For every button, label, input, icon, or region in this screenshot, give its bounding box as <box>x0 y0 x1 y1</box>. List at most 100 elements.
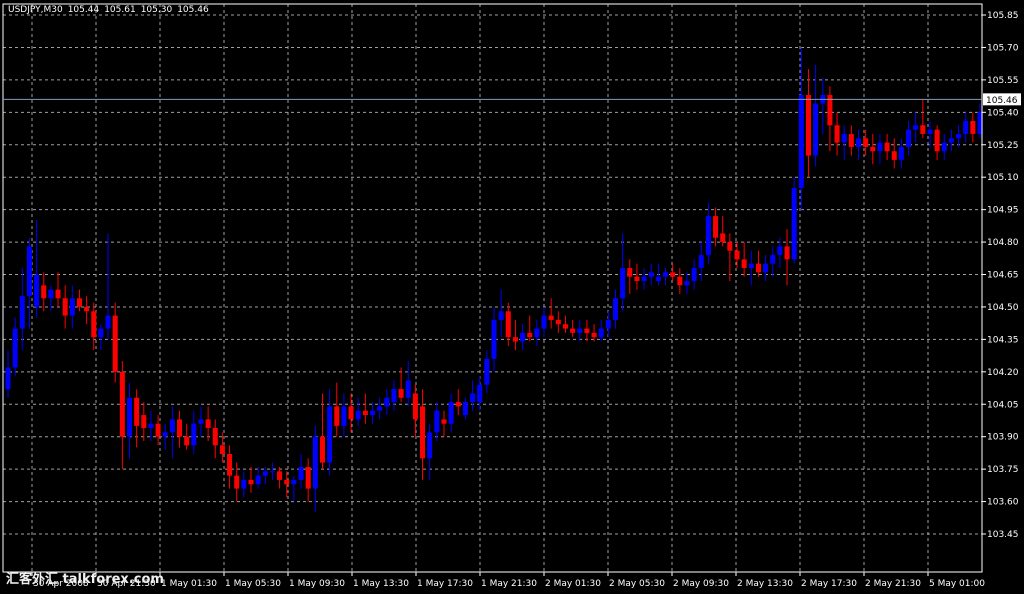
candle-body <box>605 319 611 329</box>
candle-body <box>713 216 719 238</box>
candle-body <box>805 95 811 156</box>
candle <box>369 402 376 424</box>
candle <box>91 302 97 351</box>
candle <box>956 125 962 147</box>
candle-body <box>69 298 75 316</box>
candle <box>420 389 426 480</box>
open-value: 105.44 <box>67 5 100 15</box>
grid <box>3 4 982 572</box>
candle <box>412 384 418 437</box>
candle <box>12 317 18 377</box>
candle <box>527 315 533 342</box>
candle-body <box>963 120 969 134</box>
candle-body <box>98 328 104 338</box>
candle-body <box>55 289 61 299</box>
candle <box>434 402 440 442</box>
candle-body <box>255 475 261 485</box>
candle-body <box>691 268 697 281</box>
candle <box>455 389 461 416</box>
candle <box>663 268 669 286</box>
candle-body <box>284 479 290 485</box>
candle-body <box>62 298 68 316</box>
y-tick-label: 105.55 <box>987 76 1019 86</box>
candle-body <box>956 133 962 139</box>
candle <box>834 112 840 156</box>
candle <box>941 133 947 160</box>
candle-body <box>341 406 347 426</box>
candle-body <box>648 272 654 277</box>
candle <box>498 289 504 338</box>
candle-body <box>570 328 576 333</box>
candle-body <box>227 453 233 476</box>
candle <box>234 462 240 502</box>
candle-body <box>627 268 633 277</box>
candle <box>427 423 433 480</box>
candle-body <box>198 419 204 424</box>
candle <box>169 406 175 459</box>
candle <box>398 367 404 403</box>
candle-body <box>184 436 190 446</box>
candle <box>334 382 340 437</box>
candle-body <box>791 188 797 260</box>
candle-body <box>369 410 376 416</box>
candle <box>541 306 547 338</box>
y-tick-label: 104.95 <box>987 206 1019 216</box>
candle <box>141 402 147 442</box>
candle-body <box>655 276 661 281</box>
y-tick-label: 105.25 <box>987 141 1019 151</box>
low-value: 105.30 <box>140 5 173 15</box>
candle-body <box>612 298 619 320</box>
candle-body <box>26 246 32 297</box>
candle <box>377 397 383 420</box>
candle-body <box>212 428 218 446</box>
candle <box>620 233 626 312</box>
candle <box>805 69 811 178</box>
candle-body <box>913 125 919 130</box>
candle-body <box>527 332 533 338</box>
candle-body <box>119 371 125 437</box>
candle <box>548 298 554 329</box>
candle-body <box>470 393 476 403</box>
x-tick-label: 2 May 13:30 <box>737 579 793 589</box>
candles <box>5 47 983 513</box>
candle <box>505 302 511 346</box>
candle-body <box>76 298 82 307</box>
watermark: 汇客外汇 talkforex.com <box>6 572 164 587</box>
candle-body <box>541 315 547 329</box>
candle-body <box>884 142 890 152</box>
candle-body <box>5 367 11 390</box>
candle <box>162 423 168 450</box>
candle-body <box>126 397 133 437</box>
candle-body <box>927 129 933 134</box>
candle-body <box>734 250 740 260</box>
candle-body <box>684 280 690 286</box>
candle-body <box>105 315 111 329</box>
x-tick-label: 1 May 13:30 <box>353 579 409 589</box>
y-tick-label: 103.60 <box>987 498 1019 508</box>
candle <box>763 255 769 281</box>
candle <box>248 466 254 493</box>
candle <box>384 389 390 416</box>
current-price-label: 105.46 <box>986 96 1018 106</box>
symbol-info: USDJPY,M30 105.44 105.61 105.30 105.46 <box>8 5 214 15</box>
candle-body <box>441 419 447 424</box>
y-tick-label: 105.70 <box>987 43 1019 53</box>
candle <box>963 112 969 143</box>
candle-body <box>348 406 354 420</box>
candle-body <box>748 263 754 269</box>
candle-body <box>577 328 583 333</box>
candle-body <box>48 289 54 299</box>
candle-body <box>305 466 311 489</box>
candle-body <box>134 397 140 426</box>
y-tick-label: 104.20 <box>987 368 1019 378</box>
candle <box>884 133 890 160</box>
candle <box>319 393 325 470</box>
x-tick-label: 2 May 05:30 <box>609 579 665 589</box>
x-tick-label: 2 May 17:30 <box>801 579 857 589</box>
candle-body <box>398 389 404 398</box>
candle <box>770 246 776 277</box>
candle-body <box>863 138 869 147</box>
candle-body <box>391 389 397 403</box>
candle-body <box>841 133 847 143</box>
candle-body <box>205 419 211 429</box>
